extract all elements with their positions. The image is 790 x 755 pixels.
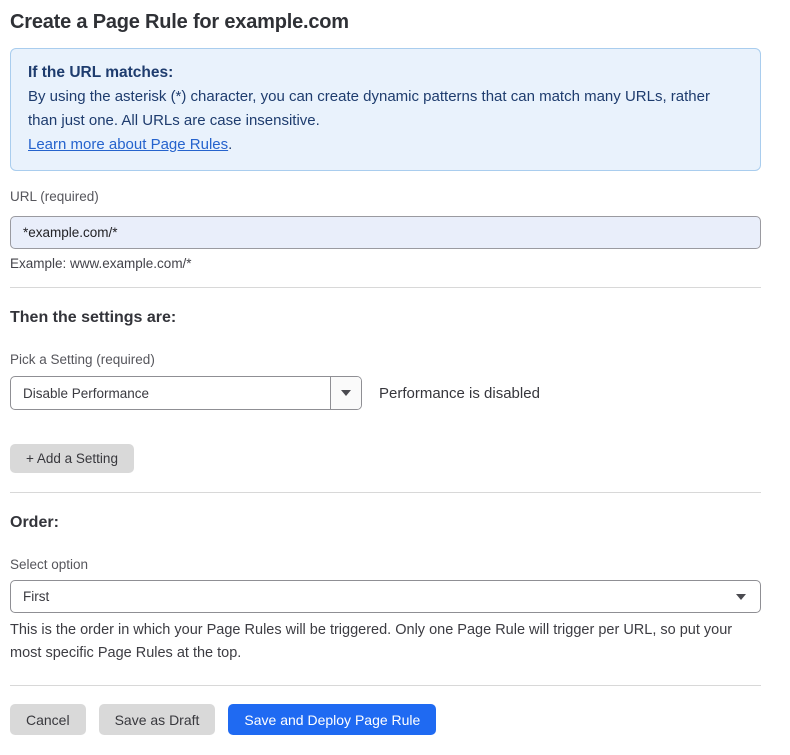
learn-more-page-rules-link[interactable]: Learn more about Page Rules: [28, 136, 228, 153]
url-label: URL (required): [10, 189, 761, 205]
url-example-text: Example: www.example.com/*: [10, 256, 761, 271]
section-divider: [10, 492, 761, 493]
save-as-draft-button[interactable]: Save as Draft: [99, 704, 216, 735]
order-select[interactable]: First: [10, 580, 761, 613]
section-divider: [10, 287, 761, 288]
settings-section-heading: Then the settings are:: [10, 309, 761, 327]
url-matches-info-box: If the URL matches: By using the asteris…: [10, 48, 761, 171]
order-select-value: First: [11, 581, 736, 612]
order-help-text: This is the order in which your Page Rul…: [10, 619, 755, 665]
select-option-label: Select option: [10, 557, 761, 573]
pick-setting-label: Pick a Setting (required): [10, 352, 761, 368]
setting-row: Disable Performance Performance is disab…: [10, 376, 761, 410]
add-setting-button[interactable]: + Add a Setting: [10, 444, 134, 473]
form-actions: Cancel Save as Draft Save and Deploy Pag…: [10, 704, 761, 735]
save-and-deploy-button[interactable]: Save and Deploy Page Rule: [228, 704, 436, 735]
setting-select-value: Disable Performance: [11, 377, 330, 409]
url-input[interactable]: [10, 216, 761, 249]
setting-status-text: Performance is disabled: [379, 385, 540, 402]
info-box-heading: If the URL matches:: [28, 61, 743, 85]
chevron-down-icon: [341, 390, 351, 396]
chevron-down-icon: [736, 594, 746, 600]
page-title: Create a Page Rule for example.com: [10, 10, 761, 34]
cancel-button[interactable]: Cancel: [10, 704, 86, 735]
link-period: .: [228, 136, 232, 153]
create-page-rule-form: Create a Page Rule for example.com If th…: [0, 0, 790, 755]
setting-select[interactable]: Disable Performance: [10, 376, 362, 410]
info-box-body: By using the asterisk (*) character, you…: [28, 85, 743, 133]
order-section-heading: Order:: [10, 514, 761, 532]
info-box-link-row: Learn more about Page Rules.: [28, 133, 743, 157]
order-select-arrow: [736, 581, 760, 612]
section-divider: [10, 685, 761, 686]
setting-select-arrow-button[interactable]: [330, 377, 361, 409]
